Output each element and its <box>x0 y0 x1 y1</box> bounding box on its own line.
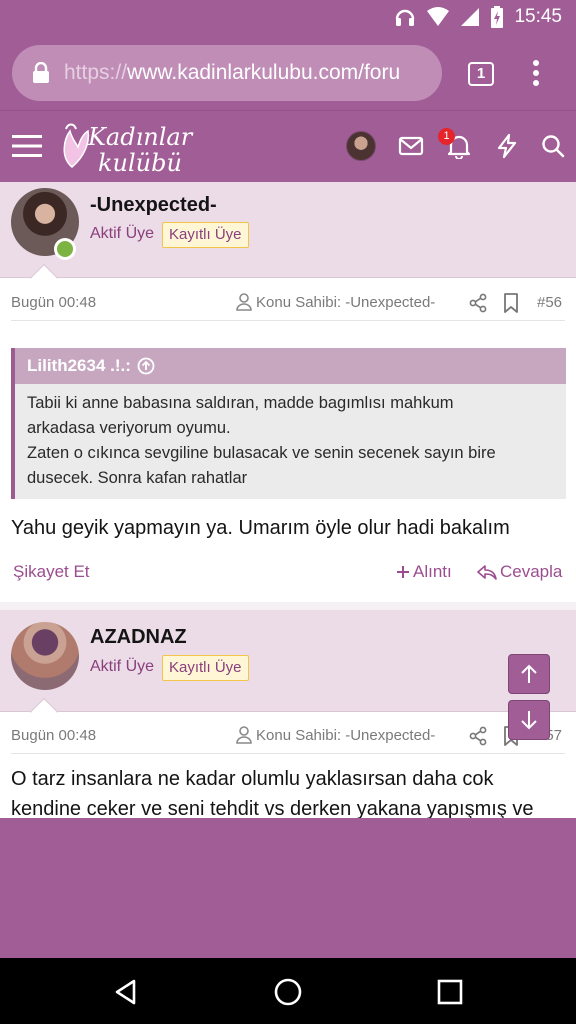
author-badge: Kayıtlı Üye <box>162 222 249 248</box>
post-message: Yahu geyik yapmayın ya. Umarım öyle olur… <box>11 517 510 539</box>
menu-icon[interactable] <box>12 133 42 159</box>
post-date[interactable]: Bugün 00:48 <box>11 294 96 311</box>
arrow-down-icon <box>521 711 537 730</box>
svg-text:kulübü: kulübü <box>98 149 182 177</box>
divider <box>11 320 565 321</box>
author-title: Aktif Üye <box>90 658 155 675</box>
signal-icon <box>461 8 480 26</box>
lock-icon <box>33 62 49 83</box>
system-navigation-bar <box>0 958 576 1024</box>
quote-block: Lilith2634 .!.: Tabii ki anne babasına s… <box>11 348 566 499</box>
author-username[interactable]: AZADNAZ <box>90 626 187 649</box>
address-bar[interactable]: https://www.kadinlarkulubu.com/foru <box>12 45 442 101</box>
divider <box>11 753 565 754</box>
post-date[interactable]: Bugün 00:48 <box>11 727 96 744</box>
author-avatar[interactable] <box>11 622 79 690</box>
browser-toolbar: https://www.kadinlarkulubu.com/foru 1 <box>0 36 576 110</box>
recent-apps-icon[interactable] <box>436 978 464 1006</box>
quote-author[interactable]: Lilith2634 .!.: <box>15 348 566 384</box>
tab-switcher-button[interactable]: 1 <box>468 62 494 86</box>
post-meta: Bugün 00:48 Konu Sahibi: -Unexpected- #5… <box>0 715 576 755</box>
post-56: -Unexpected- Aktif Üye Kayıtlı Üye Bugün… <box>0 182 576 602</box>
back-icon[interactable] <box>112 978 140 1006</box>
quote-button[interactable]: Alıntı <box>396 562 452 582</box>
mail-icon[interactable] <box>398 133 424 159</box>
thread-content: -Unexpected- Aktif Üye Kayıtlı Üye Bugün… <box>0 182 576 818</box>
user-icon <box>236 293 252 311</box>
share-icon[interactable] <box>468 726 488 746</box>
battery-charging-icon <box>491 6 504 28</box>
more-options-icon[interactable] <box>528 58 544 88</box>
user-avatar[interactable] <box>346 131 376 161</box>
notification-badge: 1 <box>438 128 455 145</box>
post-actions: Şikayet Et Alıntı Cevapla <box>0 558 576 588</box>
user-icon <box>236 726 252 744</box>
scroll-up-button[interactable] <box>508 654 550 694</box>
share-icon[interactable] <box>468 293 488 313</box>
plus-icon <box>397 566 409 578</box>
bookmark-icon[interactable] <box>503 293 519 313</box>
thread-starter-label: Konu Sahibi: -Unexpected- <box>236 293 435 311</box>
author-title: Aktif Üye <box>90 225 155 242</box>
post-number[interactable]: #56 <box>537 294 562 311</box>
reply-icon <box>477 565 497 580</box>
post-author-header: -Unexpected- Aktif Üye Kayıtlı Üye <box>0 182 576 293</box>
home-icon[interactable] <box>272 976 304 1008</box>
site-header: Kadınlar kulübü <box>0 110 576 182</box>
author-badge: Kayıtlı Üye <box>162 655 249 681</box>
arrow-up-circle-icon[interactable] <box>137 357 155 375</box>
post-57: AZADNAZ Aktif Üye Kayıtlı Üye Bugün 00:4… <box>0 610 576 818</box>
report-button[interactable]: Şikayet Et <box>13 562 90 582</box>
svg-text:Kadınlar: Kadınlar <box>87 123 194 151</box>
logo-flower-icon: Kadınlar kulübü <box>63 123 194 177</box>
site-logo[interactable]: Kadınlar kulübü <box>58 117 198 177</box>
reply-button[interactable]: Cevapla <box>477 562 562 582</box>
online-status-indicator <box>54 238 76 260</box>
author-username[interactable]: -Unexpected- <box>90 194 217 217</box>
arrow-up-icon <box>521 664 537 683</box>
status-bar: 15:45 <box>0 0 576 36</box>
post-meta: Bugün 00:48 Konu Sahibi: -Unexpected- #5… <box>0 282 576 322</box>
url-text: https://www.kadinlarkulubu.com/foru <box>64 61 401 84</box>
quote-text: Tabii ki anne babasına saldıran, madde b… <box>27 394 496 487</box>
thread-starter-label: Konu Sahibi: -Unexpected- <box>236 726 435 744</box>
lightning-icon[interactable] <box>494 133 520 159</box>
scroll-down-button[interactable] <box>508 700 550 740</box>
headphones-icon <box>396 9 415 26</box>
clock: 15:45 <box>514 6 562 27</box>
post-message: O tarz insanlara ne kadar olumlu yaklası… <box>11 768 534 818</box>
search-icon[interactable] <box>540 133 566 159</box>
wifi-icon <box>427 7 450 26</box>
post-author-header: AZADNAZ Aktif Üye Kayıtlı Üye <box>0 610 576 727</box>
